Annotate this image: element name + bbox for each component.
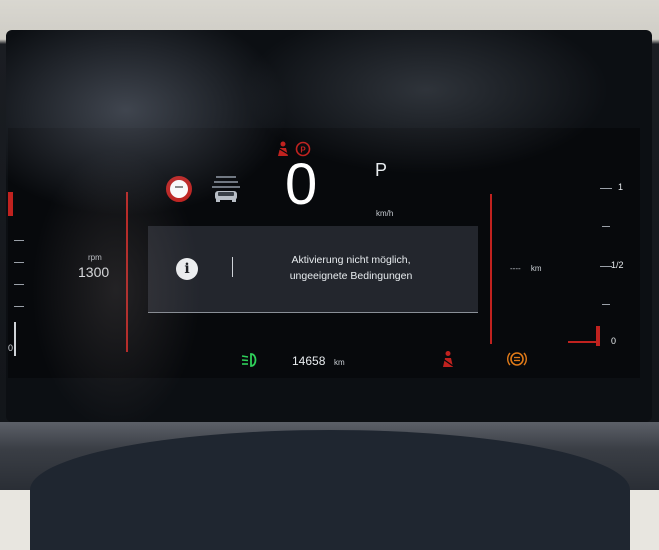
fuel-tick: [600, 188, 612, 189]
tacho-tick: [14, 262, 24, 263]
tacho-lower-frame: [14, 322, 114, 356]
fuel-gauge-scale: [490, 194, 496, 344]
range-readout: ---- km: [510, 264, 542, 273]
range-unit: km: [530, 264, 542, 273]
fuel-tick: [602, 226, 610, 227]
tacho-tick: [14, 240, 24, 241]
fuel-tick: [602, 304, 610, 305]
message-line-1: Aktivierung nicht möglich,: [291, 254, 411, 266]
fuel-half-label: 1/2: [611, 260, 624, 270]
range-value: ----: [510, 264, 521, 273]
message-text: Aktivierung nicht möglich, ungeeignete B…: [262, 252, 440, 284]
rpm-unit-label: rpm: [88, 253, 102, 262]
tacho-zero-label: 0: [8, 343, 14, 353]
message-divider: [232, 257, 233, 277]
speed-limit-sign-icon: [166, 176, 192, 202]
lane-assist-car-icon: [212, 176, 240, 202]
tachometer-scale: [118, 192, 128, 352]
fuel-reserve-marker: [568, 341, 598, 343]
low-beam-icon: [241, 353, 257, 367]
rpm-value: 1300: [78, 264, 110, 280]
speed-value: 0: [285, 152, 318, 217]
info-icon: i: [176, 258, 198, 280]
tacho-tick: [14, 284, 24, 285]
fuel-full-label: 1: [618, 182, 624, 192]
fuel-level-bar: [596, 326, 600, 346]
odometer-unit: km: [334, 358, 345, 367]
speed-unit-label: km/h: [376, 209, 394, 218]
fuel-empty-label: 0: [611, 336, 617, 346]
seatbelt-warning-icon: [442, 351, 454, 367]
tacho-tick: [14, 306, 24, 307]
gear-indicator: P: [375, 160, 388, 180]
odometer-value: 14658: [292, 354, 326, 368]
tacho-redline-marker: [8, 192, 13, 216]
message-line-2: ungeeignete Bedingungen: [289, 270, 413, 282]
steering-wheel-rim: [30, 430, 630, 550]
brake-warning-icon: [507, 352, 527, 366]
message-underline: [148, 312, 478, 313]
